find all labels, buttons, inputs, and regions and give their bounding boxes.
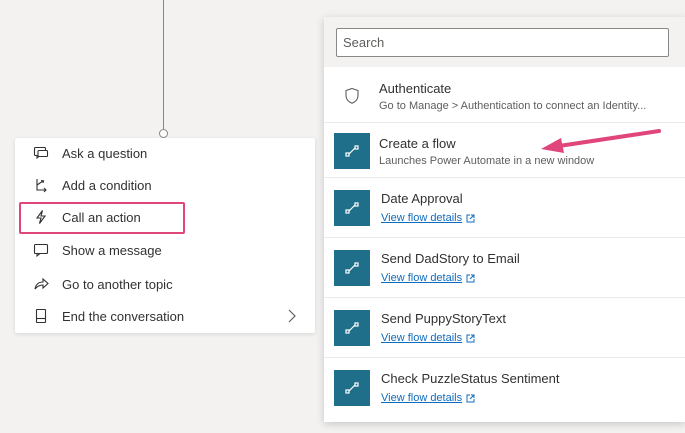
action-item-date-approval[interactable]: Date Approval View flow details [324,178,685,238]
message-icon [33,242,49,258]
menu-item-go-to-topic[interactable]: Go to another topic [15,269,315,299]
action-item-create-flow[interactable]: Create a flow Launches Power Automate in… [324,123,685,178]
end-icon [33,308,49,324]
flow-icon [334,250,370,286]
menu-item-label: Show a message [62,243,162,258]
external-link-icon [466,214,475,222]
menu-item-show-message[interactable]: Show a message [15,235,315,265]
action-item-title: Send PuppyStoryText [381,311,507,326]
view-flow-details-link[interactable]: View flow details [381,332,475,344]
menu-item-label: Call an action [62,210,141,225]
action-item-check-puzzlestatus[interactable]: Check PuzzleStatus Sentiment View flow d… [324,358,685,422]
menu-item-label: Add a condition [62,178,152,193]
view-flow-details-link[interactable]: View flow details [381,212,475,224]
action-item-title: Authenticate [379,81,452,96]
chat-question-icon [33,145,49,161]
connector-line [163,0,164,130]
action-item-send-dadstory[interactable]: Send DadStory to Email View flow details [324,238,685,298]
menu-item-call-action[interactable]: Call an action [15,202,315,232]
link-label: View flow details [381,332,463,344]
connector-node-dot[interactable] [159,129,168,138]
flow-icon [334,190,370,226]
action-item-subtitle: Go to Manage > Authentication to connect… [379,100,647,112]
flow-icon [334,133,370,169]
action-item-subtitle: Launches Power Automate in a new window [379,155,595,167]
menu-item-add-condition[interactable]: Add a condition [15,170,315,200]
lightning-icon [33,209,49,225]
flow-icon [334,310,370,346]
external-link-icon [466,394,475,402]
shield-icon [343,87,361,105]
action-item-title: Send DadStory to Email [381,251,520,266]
redirect-arrow-icon [33,276,49,292]
menu-item-ask-question[interactable]: Ask a question [15,138,315,168]
menu-item-label: End the conversation [62,309,185,324]
action-item-title: Date Approval [381,191,463,206]
link-label: View flow details [381,212,463,224]
menu-item-end-conversation[interactable]: End the conversation [15,301,315,331]
action-item-authenticate[interactable]: Authenticate Go to Manage > Authenticati… [324,67,685,123]
action-item-title: Check PuzzleStatus Sentiment [381,371,560,386]
action-item-title: Create a flow [379,136,456,151]
action-item-send-puppystory[interactable]: Send PuppyStoryText View flow details [324,298,685,358]
flow-icon [334,370,370,406]
external-link-icon [466,334,475,342]
branch-icon [33,177,49,193]
add-node-menu: Ask a question Add a condition Call an a… [15,138,315,333]
view-flow-details-link[interactable]: View flow details [381,272,475,284]
search-input[interactable] [336,28,669,57]
action-picker-panel: Authenticate Go to Manage > Authenticati… [324,17,685,422]
search-bar [324,17,685,67]
chevron-right-icon [287,309,297,323]
view-flow-details-link[interactable]: View flow details [381,392,475,404]
external-link-icon [466,274,475,282]
link-label: View flow details [381,272,463,284]
link-label: View flow details [381,392,463,404]
menu-item-label: Ask a question [62,146,148,161]
menu-item-label: Go to another topic [62,277,173,292]
